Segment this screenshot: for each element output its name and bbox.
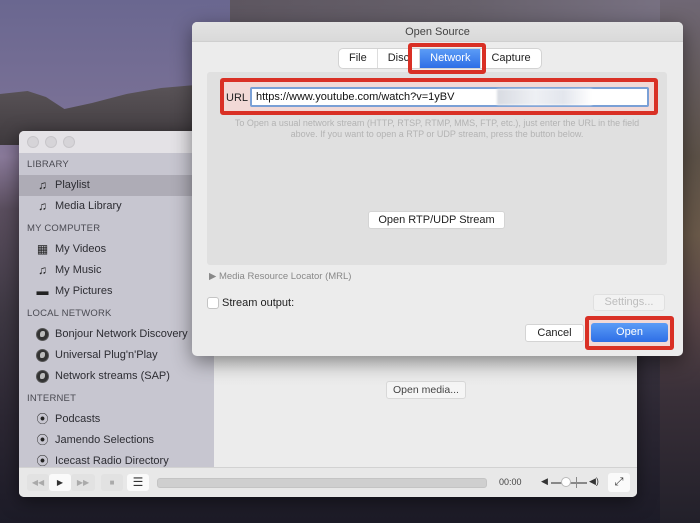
podcast-icon: ⦿ [36,412,49,426]
podcast-icon: ⦿ [36,454,49,467]
time-display: 00:00 [499,477,522,487]
rewind-button[interactable]: ◀◀ [27,474,49,491]
playlist-icon: ♫ [38,178,47,192]
url-label: URL [226,92,249,104]
sidebar-item-label: My Music [55,264,102,276]
sidebar-item-my-videos[interactable]: ▦ My Videos [19,239,214,260]
tab-capture[interactable]: Capture [481,49,540,68]
stream-output-checkbox[interactable] [207,297,219,309]
sidebar-item-bonjour[interactable]: Bonjour Network Discovery [19,324,214,345]
picture-icon: ▬ [36,284,49,298]
sidebar-item-sap[interactable]: Network streams (SAP) [19,366,214,387]
dialog-title: Open Source [192,22,683,42]
fullscreen-button[interactable]: ⤢ [608,473,630,492]
media-library-icon: ♫ [38,199,47,213]
mrl-label: Media Resource Locator (MRL) [218,271,352,282]
disclosure-triangle-icon: ▶ [209,271,219,282]
zoom-window-button[interactable] [63,136,75,148]
url-redacted-region [497,89,592,105]
film-icon: ▦ [36,242,49,256]
settings-button[interactable]: Settings... [593,294,665,311]
sidebar-item-label: Podcasts [55,413,101,425]
sidebar-item-label: My Pictures [55,285,113,297]
globe-icon [36,349,49,362]
stop-button[interactable]: ■ [101,474,123,491]
sidebar-item-label: Jamendo Selections [55,434,155,446]
sidebar-item-label: Universal Plug'n'Play [55,349,158,361]
open-button[interactable]: Open [591,323,668,342]
play-button[interactable]: ▶ [49,474,71,491]
sidebar-section-local-network: LOCAL NETWORK [27,308,112,319]
sidebar-section-my-computer: MY COMPUTER [27,223,101,234]
volume-max-icon[interactable]: ◀) [589,476,599,487]
sidebar-item-label: Bonjour Network Discovery [55,328,188,340]
sidebar-section-library: LIBRARY [27,159,69,170]
sidebar-item-playlist[interactable]: ♫ Playlist [19,175,214,196]
network-tab-highlight [408,43,486,74]
music-note-icon: ♫ [38,263,47,277]
volume-100-marker [576,477,577,488]
sidebar-item-label: Media Library [55,200,122,212]
globe-icon [36,328,49,341]
sidebar-item-my-pictures[interactable]: ▬ My Pictures [19,281,214,302]
playlist-toggle-button[interactable]: ☰ [127,474,149,491]
sidebar-item-label: My Videos [55,243,107,255]
forward-button[interactable]: ▶▶ [71,474,95,491]
seek-bar[interactable] [157,478,487,488]
globe-icon [36,370,49,383]
cancel-button[interactable]: Cancel [525,324,584,342]
sidebar-item-icecast[interactable]: ⦿ Icecast Radio Directory [19,451,214,467]
sidebar-item-podcasts[interactable]: ⦿ Podcasts [19,409,214,430]
sidebar-item-label: Network streams (SAP) [55,370,170,382]
volume-slider-knob[interactable] [561,477,571,487]
sidebar-item-media-library[interactable]: ♫ Media Library [19,196,214,217]
close-window-button[interactable] [27,136,39,148]
sidebar-item-upnp[interactable]: Universal Plug'n'Play [19,345,214,366]
open-media-button[interactable]: Open media... [386,381,466,399]
open-source-dialog: Open Source File Disc Network Capture UR… [192,22,683,356]
stream-output-label: Stream output: [222,297,295,309]
tab-file[interactable]: File [339,49,378,68]
podcast-icon: ⦿ [36,433,49,447]
sidebar-section-internet: INTERNET [27,393,77,404]
minimize-window-button[interactable] [45,136,57,148]
sidebar-item-label: Icecast Radio Directory [55,455,169,467]
sidebar-item-label: Playlist [55,179,90,191]
url-hint-text: To Open a usual network stream (HTTP, RT… [234,118,640,139]
sidebar-item-jamendo[interactable]: ⦿ Jamendo Selections [19,430,214,451]
open-rtp-udp-stream-button[interactable]: Open RTP/UDP Stream [368,211,505,229]
volume-mute-icon[interactable]: ◀ [541,476,548,487]
playback-controls: ◀◀ ▶ ▶▶ ■ ☰ 00:00 ◀ ◀) ⤢ [19,467,637,497]
mrl-disclosure[interactable]: ▶ Media Resource Locator (MRL) [209,271,351,282]
sidebar: LIBRARY ♫ Playlist ♫ Media Library MY CO… [19,153,214,467]
sidebar-item-my-music[interactable]: ♫ My Music [19,260,214,281]
